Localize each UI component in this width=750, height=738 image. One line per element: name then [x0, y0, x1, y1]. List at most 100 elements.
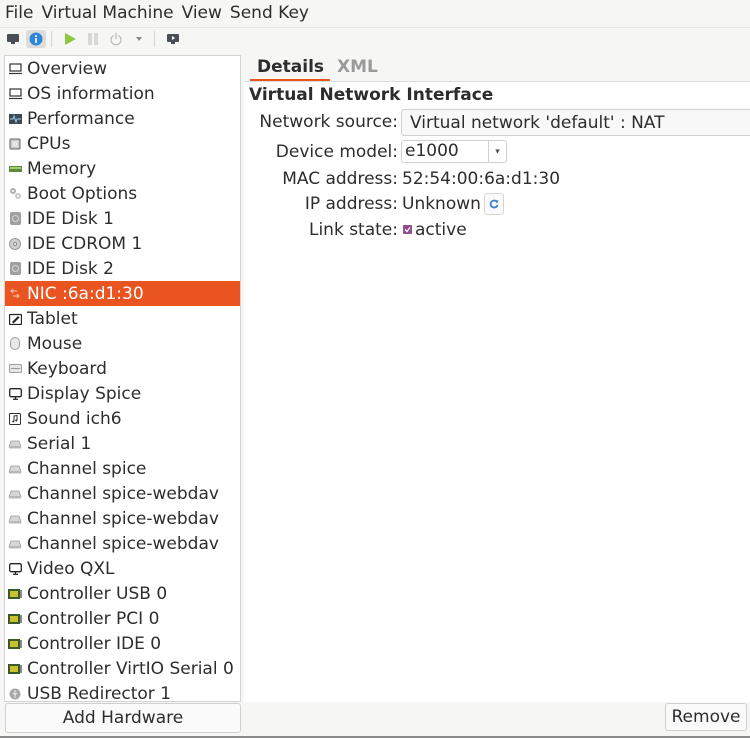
tablet-icon [8, 312, 22, 326]
sidebar-item-label: Channel spice-webdav [27, 533, 219, 554]
sidebar-item[interactable]: Controller IDE 0 [5, 631, 240, 656]
sidebar-item[interactable]: Controller PCI 0 [5, 606, 240, 631]
sidebar-item[interactable]: Controller USB 0 [5, 581, 240, 606]
network-icon [8, 287, 22, 301]
sidebar-item-label: Mouse [27, 333, 83, 354]
pause-button[interactable] [83, 30, 103, 48]
sidebar-item[interactable]: Channel spice-webdav [5, 481, 240, 506]
controller-icon [8, 612, 22, 626]
controller-icon [8, 587, 22, 601]
usb-icon [8, 687, 22, 701]
power-icon [110, 33, 122, 46]
sidebar-item[interactable]: IDE Disk 2 [5, 256, 240, 281]
cpu-icon [8, 137, 22, 151]
details-panel: Virtual Network Interface Network source… [244, 81, 750, 702]
sidebar-item-label: Controller IDE 0 [27, 633, 162, 654]
sidebar-item-label: Sound ich6 [27, 408, 122, 429]
sidebar-item-label: IDE CDROM 1 [27, 233, 143, 254]
hardware-list[interactable]: Overview OS information Performance CPUs Mem… [4, 55, 241, 702]
add-hardware-button[interactable]: Add Hardware [5, 703, 241, 733]
menu-file[interactable]: File [0, 0, 36, 27]
device-model-combo[interactable]: e1000 ▾ [401, 140, 507, 163]
performance-icon [8, 112, 22, 126]
sidebar-item[interactable]: Display Spice [5, 381, 240, 406]
menu-view[interactable]: View [177, 0, 225, 27]
network-source-field[interactable]: Virtual network 'default' : NAT [401, 109, 750, 136]
link-state-label: Link state: [308, 220, 398, 240]
sidebar-item[interactable]: NIC :6a:d1:30 [5, 281, 240, 306]
serial-icon [8, 437, 22, 451]
sidebar-item[interactable]: Controller VirtIO Serial 0 [5, 656, 240, 681]
sidebar-item[interactable]: IDE Disk 1 [5, 206, 240, 231]
sidebar-item-label: Boot Options [27, 183, 138, 204]
disk-icon [8, 262, 22, 276]
sidebar-item[interactable]: Performance [5, 106, 240, 131]
sidebar-item[interactable]: Channel spice [5, 456, 240, 481]
checkmark-icon [404, 227, 411, 233]
sidebar-item-label: Tablet [27, 308, 78, 329]
screen-icon [167, 34, 179, 44]
toolbar [0, 27, 750, 50]
display-icon [8, 387, 22, 401]
sidebar-item[interactable]: Memory [5, 156, 240, 181]
sidebar-item[interactable]: Channel spice-webdav [5, 531, 240, 556]
menu-virtual-machine[interactable]: Virtual Machine [36, 0, 176, 27]
shutdown-menu-button[interactable] [129, 30, 149, 48]
tab-xml[interactable]: XML [330, 55, 384, 79]
dropdown-arrow-icon[interactable]: ▾ [488, 141, 506, 162]
sidebar-item-label: OS information [27, 83, 155, 104]
sidebar-item[interactable]: IDE CDROM 1 [5, 231, 240, 256]
tab-details[interactable]: Details [250, 55, 331, 82]
controller-icon [8, 637, 22, 651]
monitor-icon [8, 62, 22, 76]
shutdown-button[interactable] [106, 30, 126, 48]
boot-icon [8, 187, 22, 201]
info-icon [29, 32, 43, 46]
sidebar-item-label: USB Redirector 1 [27, 683, 172, 702]
serial-icon [8, 462, 22, 476]
remove-button[interactable]: Remove [665, 703, 747, 731]
refresh-ip-button[interactable] [484, 193, 504, 215]
fullscreen-button[interactable] [163, 30, 183, 48]
sidebar-item[interactable]: CPUs [5, 131, 240, 156]
details-button[interactable] [26, 30, 46, 48]
sidebar-item-label: Controller PCI 0 [27, 608, 160, 629]
chevron-down-icon [136, 37, 142, 41]
ip-address-label: IP address: [304, 194, 398, 214]
sidebar-item[interactable]: OS information [5, 81, 240, 106]
sidebar-item[interactable]: USB Redirector 1 [5, 681, 240, 702]
sidebar-item-label: Serial 1 [27, 433, 92, 454]
sidebar-item-label: CPUs [27, 133, 71, 154]
serial-icon [8, 487, 22, 501]
run-button[interactable] [60, 30, 80, 48]
sidebar-item[interactable]: Sound ich6 [5, 406, 240, 431]
menubar: File Virtual Machine View Send Key [0, 0, 750, 27]
monitor-icon [8, 87, 22, 101]
link-state-value: active [415, 220, 467, 240]
sidebar-item-label: Controller VirtIO Serial 0 [27, 658, 234, 679]
sidebar-item-label: IDE Disk 1 [27, 208, 114, 229]
sidebar-item[interactable]: Serial 1 [5, 431, 240, 456]
ip-address-value: Unknown [402, 194, 481, 214]
sidebar-item-label: Channel spice-webdav [27, 508, 219, 529]
sidebar-item-label: Display Spice [27, 383, 142, 404]
sidebar-item[interactable]: Channel spice-webdav [5, 506, 240, 531]
console-button[interactable] [3, 30, 23, 48]
link-state-checkbox[interactable] [403, 225, 412, 234]
display-icon [8, 562, 22, 576]
monitor-icon [7, 34, 19, 44]
sidebar-item[interactable]: Video QXL [5, 556, 240, 581]
sidebar-item[interactable]: Overview [5, 56, 240, 81]
refresh-icon [489, 199, 499, 209]
sound-icon [8, 412, 22, 426]
sidebar-item[interactable]: Mouse [5, 331, 240, 356]
menu-send-key[interactable]: Send Key [225, 0, 312, 27]
sidebar-item[interactable]: Boot Options [5, 181, 240, 206]
keyboard-icon [8, 362, 22, 376]
sidebar-item[interactable]: Tablet [5, 306, 240, 331]
toolbar-separator [154, 31, 155, 47]
device-model-value: e1000 [405, 141, 459, 161]
sidebar-item[interactable]: Keyboard [5, 356, 240, 381]
play-icon [65, 33, 76, 45]
network-source-label: Network source: [259, 112, 398, 132]
